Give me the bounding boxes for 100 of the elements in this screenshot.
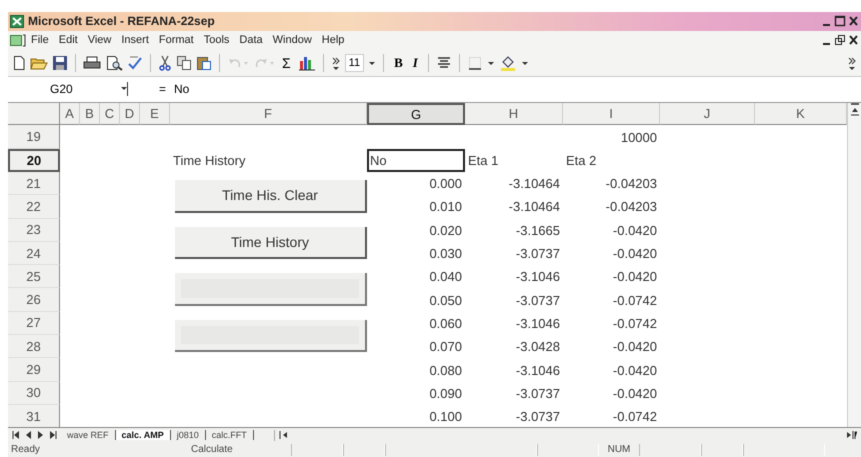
table-cell-text: 0.080: [428, 362, 463, 380]
cut-icon[interactable]: [158, 54, 172, 71]
fill-color-icon[interactable]: [498, 54, 517, 71]
window-title: Microsoft Excel - REFANA-22sep: [28, 14, 216, 28]
table-cell-text: 0.030: [428, 245, 463, 264]
table-cell-text: -0.0420: [612, 222, 658, 240]
column-header[interactable]: I: [563, 103, 660, 126]
column-header[interactable]: K: [755, 103, 847, 126]
chart-icon[interactable]: [298, 54, 316, 71]
select-all-corner[interactable]: [8, 103, 60, 126]
num-lock-indicator: NUM: [606, 444, 632, 456]
name-box[interactable]: G20: [8, 79, 128, 100]
row-header[interactable]: 26: [8, 288, 60, 312]
sheet-tab[interactable]: calc.FFT: [206, 430, 254, 440]
row-header[interactable]: 23: [8, 218, 60, 242]
column-header[interactable]: C: [100, 103, 120, 126]
copy-icon[interactable]: [176, 54, 192, 71]
macro-button[interactable]: Time His. Clear: [175, 180, 367, 213]
table-cell-text: 0.090: [428, 384, 463, 403]
table-cell-text: -3.1665: [514, 222, 561, 240]
equals-sign: =: [158, 82, 167, 96]
previous-sheet-icon[interactable]: [24, 430, 33, 440]
autosum-button[interactable]: Σ: [279, 54, 294, 71]
menu-item[interactable]: Window: [268, 33, 317, 48]
column-header[interactable]: G: [367, 103, 465, 126]
menu-item[interactable]: View: [82, 33, 116, 48]
row-header[interactable]: 20: [8, 148, 60, 172]
column-header[interactable]: F: [170, 103, 367, 126]
table-cell-text: -3.1046: [514, 314, 561, 333]
column-header[interactable]: A: [60, 103, 80, 126]
next-sheet-icon[interactable]: [36, 430, 45, 440]
table-cell-text: -3.1046: [514, 268, 561, 286]
row-header[interactable]: 29: [8, 358, 60, 382]
print-preview-icon[interactable]: [105, 54, 123, 71]
table-cell-text: 0.010: [428, 198, 463, 216]
excel-icon: [10, 14, 24, 28]
row-header[interactable]: 21: [8, 172, 60, 196]
italic-button[interactable]: I: [410, 54, 421, 71]
row-header[interactable]: 22: [8, 195, 60, 219]
row-header[interactable]: 19: [8, 125, 60, 149]
row-header[interactable]: 24: [8, 242, 60, 266]
save-icon[interactable]: [52, 54, 68, 71]
menu-item[interactable]: File: [26, 33, 54, 48]
macro-button[interactable]: Time History: [175, 226, 367, 260]
row-header[interactable]: 25: [8, 265, 60, 288]
column-header[interactable]: B: [80, 103, 100, 126]
table-cell-text: -0.04203: [604, 175, 658, 194]
bold-button[interactable]: B: [391, 54, 406, 71]
table-cell-text: -0.0420: [612, 268, 658, 286]
table-cell-text: -0.0742: [612, 292, 658, 310]
menu-item[interactable]: Help: [316, 33, 350, 48]
row-header[interactable]: 28: [8, 335, 60, 358]
paste-icon[interactable]: [196, 54, 212, 71]
sheet-tab[interactable]: calc. AMP: [116, 430, 171, 440]
close-icon[interactable]: [848, 15, 859, 28]
column-header[interactable]: D: [120, 103, 140, 126]
scroll-left-icon[interactable]: [278, 430, 289, 440]
status-message: Calculate: [191, 444, 234, 456]
row-header[interactable]: 30: [8, 382, 60, 405]
maximize-icon[interactable]: [834, 15, 846, 28]
row-header[interactable]: 27: [8, 312, 60, 336]
column-header[interactable]: H: [465, 103, 563, 126]
table-cell-text: -3.10464: [508, 198, 561, 216]
menu-item[interactable]: Tools: [198, 33, 234, 48]
table-cell-text: -0.0420: [612, 245, 658, 264]
table-cell-text: -0.0742: [612, 314, 658, 333]
spelling-check-icon[interactable]: [127, 54, 143, 71]
print-icon[interactable]: [83, 54, 101, 71]
table-cell-text: 0.100: [428, 408, 463, 426]
menu-item[interactable]: Insert: [116, 33, 154, 48]
table-cell-text: 0.020: [428, 222, 463, 240]
more-options-icon[interactable]: [847, 54, 857, 71]
sheet-tab[interactable]: j0810: [170, 430, 206, 440]
row-header[interactable]: 31: [8, 404, 60, 428]
menu-item[interactable]: Format: [154, 33, 199, 48]
restore-icon[interactable]: [834, 34, 846, 46]
workbook-icon[interactable]: [10, 34, 26, 47]
table-cell-text: -3.10464: [508, 175, 561, 194]
last-sheet-icon[interactable]: [48, 430, 57, 440]
scroll-right-icon[interactable]: [845, 430, 857, 440]
active-cell: No: [367, 148, 465, 172]
close-icon[interactable]: [848, 34, 859, 46]
table-cell-text: Eta 1: [467, 152, 500, 170]
column-header[interactable]: E: [140, 103, 170, 126]
table-cell-text: 0.050: [428, 292, 463, 310]
column-header[interactable]: J: [660, 103, 755, 126]
table-cell-text: 0.070: [428, 338, 463, 356]
more-options-icon[interactable]: [330, 54, 341, 71]
scroll-up-icon[interactable]: [850, 103, 860, 118]
menu-item[interactable]: Edit: [54, 33, 83, 48]
new-file-icon[interactable]: [12, 54, 26, 71]
table-cell-text: Eta 2: [565, 152, 598, 170]
borders-icon[interactable]: [466, 54, 483, 71]
table-cell-text: -3.0737: [514, 408, 561, 426]
menu-item[interactable]: Data: [234, 33, 268, 48]
first-sheet-icon[interactable]: [12, 430, 21, 440]
table-cell-text: 0.040: [428, 268, 463, 286]
dropdown-caret-icon: [120, 82, 128, 96]
font-size-field[interactable]: 11: [344, 54, 364, 72]
formula-field[interactable]: No: [174, 82, 190, 96]
